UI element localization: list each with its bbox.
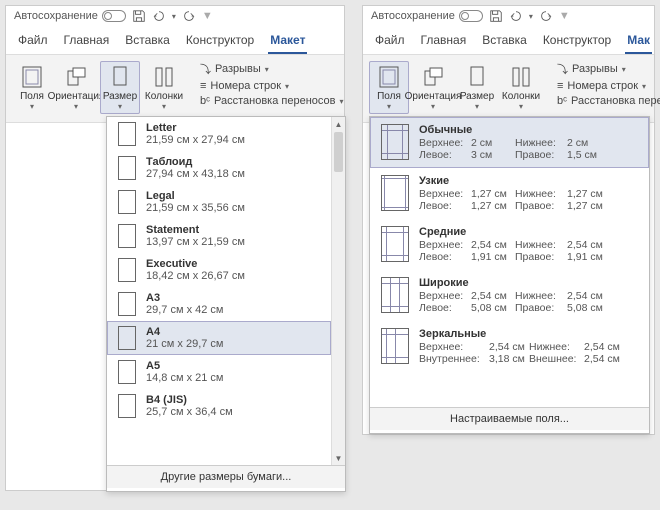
- size-option[interactable]: B4 (JIS) 25,7 см x 36,4 см: [107, 389, 331, 423]
- margin-name: Широкие: [419, 277, 638, 289]
- orientation-button[interactable]: Ориентация▾: [413, 61, 453, 114]
- size-button[interactable]: Размер▾: [100, 61, 140, 114]
- size-name: A4: [146, 326, 224, 338]
- redo-icon[interactable]: [539, 9, 553, 23]
- size-option[interactable]: A3 29,7 см x 42 см: [107, 287, 331, 321]
- undo-icon[interactable]: [152, 9, 166, 23]
- size-name: Таблоид: [146, 156, 245, 168]
- size-dim: 21 см x 29,7 см: [146, 338, 224, 350]
- page-icon: [118, 292, 136, 316]
- autosave-toggle[interactable]: Автосохранение: [14, 10, 126, 22]
- margin-option[interactable]: Узкие Верхнее:1,27 смНижнее:1,27 см Лево…: [370, 168, 649, 219]
- hyphenation-button[interactable]: bᶜРасстановка перенос: [557, 95, 660, 107]
- size-dim: 27,94 см x 43,18 см: [146, 168, 245, 180]
- page-icon: [118, 156, 136, 180]
- titlebar: Автосохранение ▾ ▼: [6, 6, 344, 26]
- columns-button[interactable]: Колонки▾: [144, 61, 184, 114]
- margin-icon: [381, 226, 409, 262]
- margin-name: Обычные: [419, 124, 638, 136]
- ribbon-tabs: Файл Главная Вставка Конструктор Мак: [363, 26, 654, 55]
- page-icon: [118, 122, 136, 146]
- tab-file[interactable]: Файл: [16, 30, 50, 54]
- scroll-thumb[interactable]: [334, 132, 343, 172]
- margin-icon: [381, 328, 409, 364]
- page-icon: [118, 360, 136, 384]
- size-button[interactable]: Размер▾: [457, 61, 497, 114]
- size-dim: 18,42 см x 26,67 см: [146, 270, 245, 282]
- size-option[interactable]: Таблоид 27,94 см x 43,18 см: [107, 151, 331, 185]
- tab-layout[interactable]: Макет: [268, 30, 307, 54]
- line-numbers-button[interactable]: ≡Номера строк ▾: [557, 80, 660, 92]
- size-name: Executive: [146, 258, 245, 270]
- ribbon: Поля▾ Ориентация▾ Размер▾ Колонки▾ ⤵Разр…: [6, 55, 344, 123]
- size-dim: 14,8 см x 21 см: [146, 372, 224, 384]
- tab-design[interactable]: Конструктор: [541, 30, 613, 54]
- page-icon: [118, 326, 136, 350]
- size-option[interactable]: Letter 21,59 см x 27,94 см: [107, 117, 331, 151]
- margin-name: Узкие: [419, 175, 638, 187]
- ribbon-tabs: Файл Главная Вставка Конструктор Макет: [6, 26, 344, 55]
- size-option[interactable]: A5 14,8 см x 21 см: [107, 355, 331, 389]
- autosave-toggle[interactable]: Автосохранение: [371, 10, 483, 22]
- word-window-margins: Автосохранение ▾ ▼ Файл Главная Вставка …: [362, 5, 655, 435]
- page-icon: [118, 224, 136, 248]
- margin-option[interactable]: Широкие Верхнее:2,54 смНижнее:2,54 см Ле…: [370, 270, 649, 321]
- redo-icon[interactable]: [182, 9, 196, 23]
- margins-button[interactable]: Поля▾: [12, 61, 52, 114]
- margin-option[interactable]: Средние Верхнее:2,54 смНижнее:2,54 см Ле…: [370, 219, 649, 270]
- line-numbers-button[interactable]: ≡Номера строк ▾: [200, 80, 344, 92]
- save-icon[interactable]: [132, 9, 146, 23]
- margin-option-mirror[interactable]: Зеркальные Верхнее:2,54 смНижнее:2,54 см…: [370, 321, 649, 372]
- size-name: B4 (JIS): [146, 394, 233, 406]
- scroll-down-icon[interactable]: ▼: [332, 451, 345, 465]
- margin-icon: [381, 124, 409, 160]
- tab-insert[interactable]: Вставка: [480, 30, 529, 54]
- breaks-button[interactable]: ⤵Разрывы ▾: [200, 61, 344, 77]
- save-icon[interactable]: [489, 9, 503, 23]
- hyphenation-button[interactable]: bᶜРасстановка переносов ▾: [200, 95, 344, 107]
- size-option[interactable]: Statement 13,97 см x 21,59 см: [107, 219, 331, 253]
- size-name: Statement: [146, 224, 245, 236]
- tab-layout[interactable]: Мак: [625, 30, 652, 54]
- tab-insert[interactable]: Вставка: [123, 30, 172, 54]
- margin-name: Средние: [419, 226, 638, 238]
- titlebar: Автосохранение ▾ ▼: [363, 6, 654, 26]
- size-dim: 13,97 см x 21,59 см: [146, 236, 245, 248]
- size-name: A5: [146, 360, 224, 372]
- size-option[interactable]: Legal 21,59 см x 35,56 см: [107, 185, 331, 219]
- tab-design[interactable]: Конструктор: [184, 30, 256, 54]
- size-dim: 21,59 см x 27,94 см: [146, 134, 245, 146]
- undo-icon[interactable]: [509, 9, 523, 23]
- ribbon: Поля▾ Ориентация▾ Размер▾ Колонки▾ ⤵Разр…: [363, 55, 654, 123]
- margins-dropdown: Обычные Верхнее:2 смНижнее:2 см Левое:3 …: [369, 116, 650, 434]
- scroll-up-icon[interactable]: ▲: [332, 117, 345, 131]
- size-name: Legal: [146, 190, 245, 202]
- page-icon: [118, 258, 136, 282]
- size-name: Letter: [146, 122, 245, 134]
- tab-file[interactable]: Файл: [373, 30, 407, 54]
- breaks-button[interactable]: ⤵Разрывы ▾: [557, 61, 660, 77]
- size-name: A3: [146, 292, 224, 304]
- size-dim: 21,59 см x 35,56 см: [146, 202, 245, 214]
- more-paper-sizes[interactable]: Другие размеры бумаги...: [107, 465, 345, 488]
- size-option[interactable]: A4 21 см x 29,7 см: [107, 321, 331, 355]
- tab-home[interactable]: Главная: [62, 30, 112, 54]
- margin-icon: [381, 277, 409, 313]
- word-window-size: Автосохранение ▾ ▼ Файл Главная Вставка …: [5, 5, 345, 491]
- margins-button[interactable]: Поля▾: [369, 61, 409, 114]
- columns-button[interactable]: Колонки▾: [501, 61, 541, 114]
- orientation-button[interactable]: Ориентация▾: [56, 61, 96, 114]
- size-option[interactable]: Executive 18,42 см x 26,67 см: [107, 253, 331, 287]
- margin-option[interactable]: Обычные Верхнее:2 смНижнее:2 см Левое:3 …: [370, 117, 649, 168]
- custom-margins[interactable]: Настраиваемые поля...: [370, 407, 649, 430]
- page-icon: [118, 190, 136, 214]
- tab-home[interactable]: Главная: [419, 30, 469, 54]
- margin-name: Зеркальные: [419, 328, 638, 340]
- page-icon: [118, 394, 136, 418]
- size-dropdown: Letter 21,59 см x 27,94 см Таблоид 27,94…: [106, 116, 346, 492]
- size-dim: 29,7 см x 42 см: [146, 304, 224, 316]
- scrollbar[interactable]: ▲ ▼: [331, 117, 345, 465]
- size-dim: 25,7 см x 36,4 см: [146, 406, 233, 418]
- margin-icon: [381, 175, 409, 211]
